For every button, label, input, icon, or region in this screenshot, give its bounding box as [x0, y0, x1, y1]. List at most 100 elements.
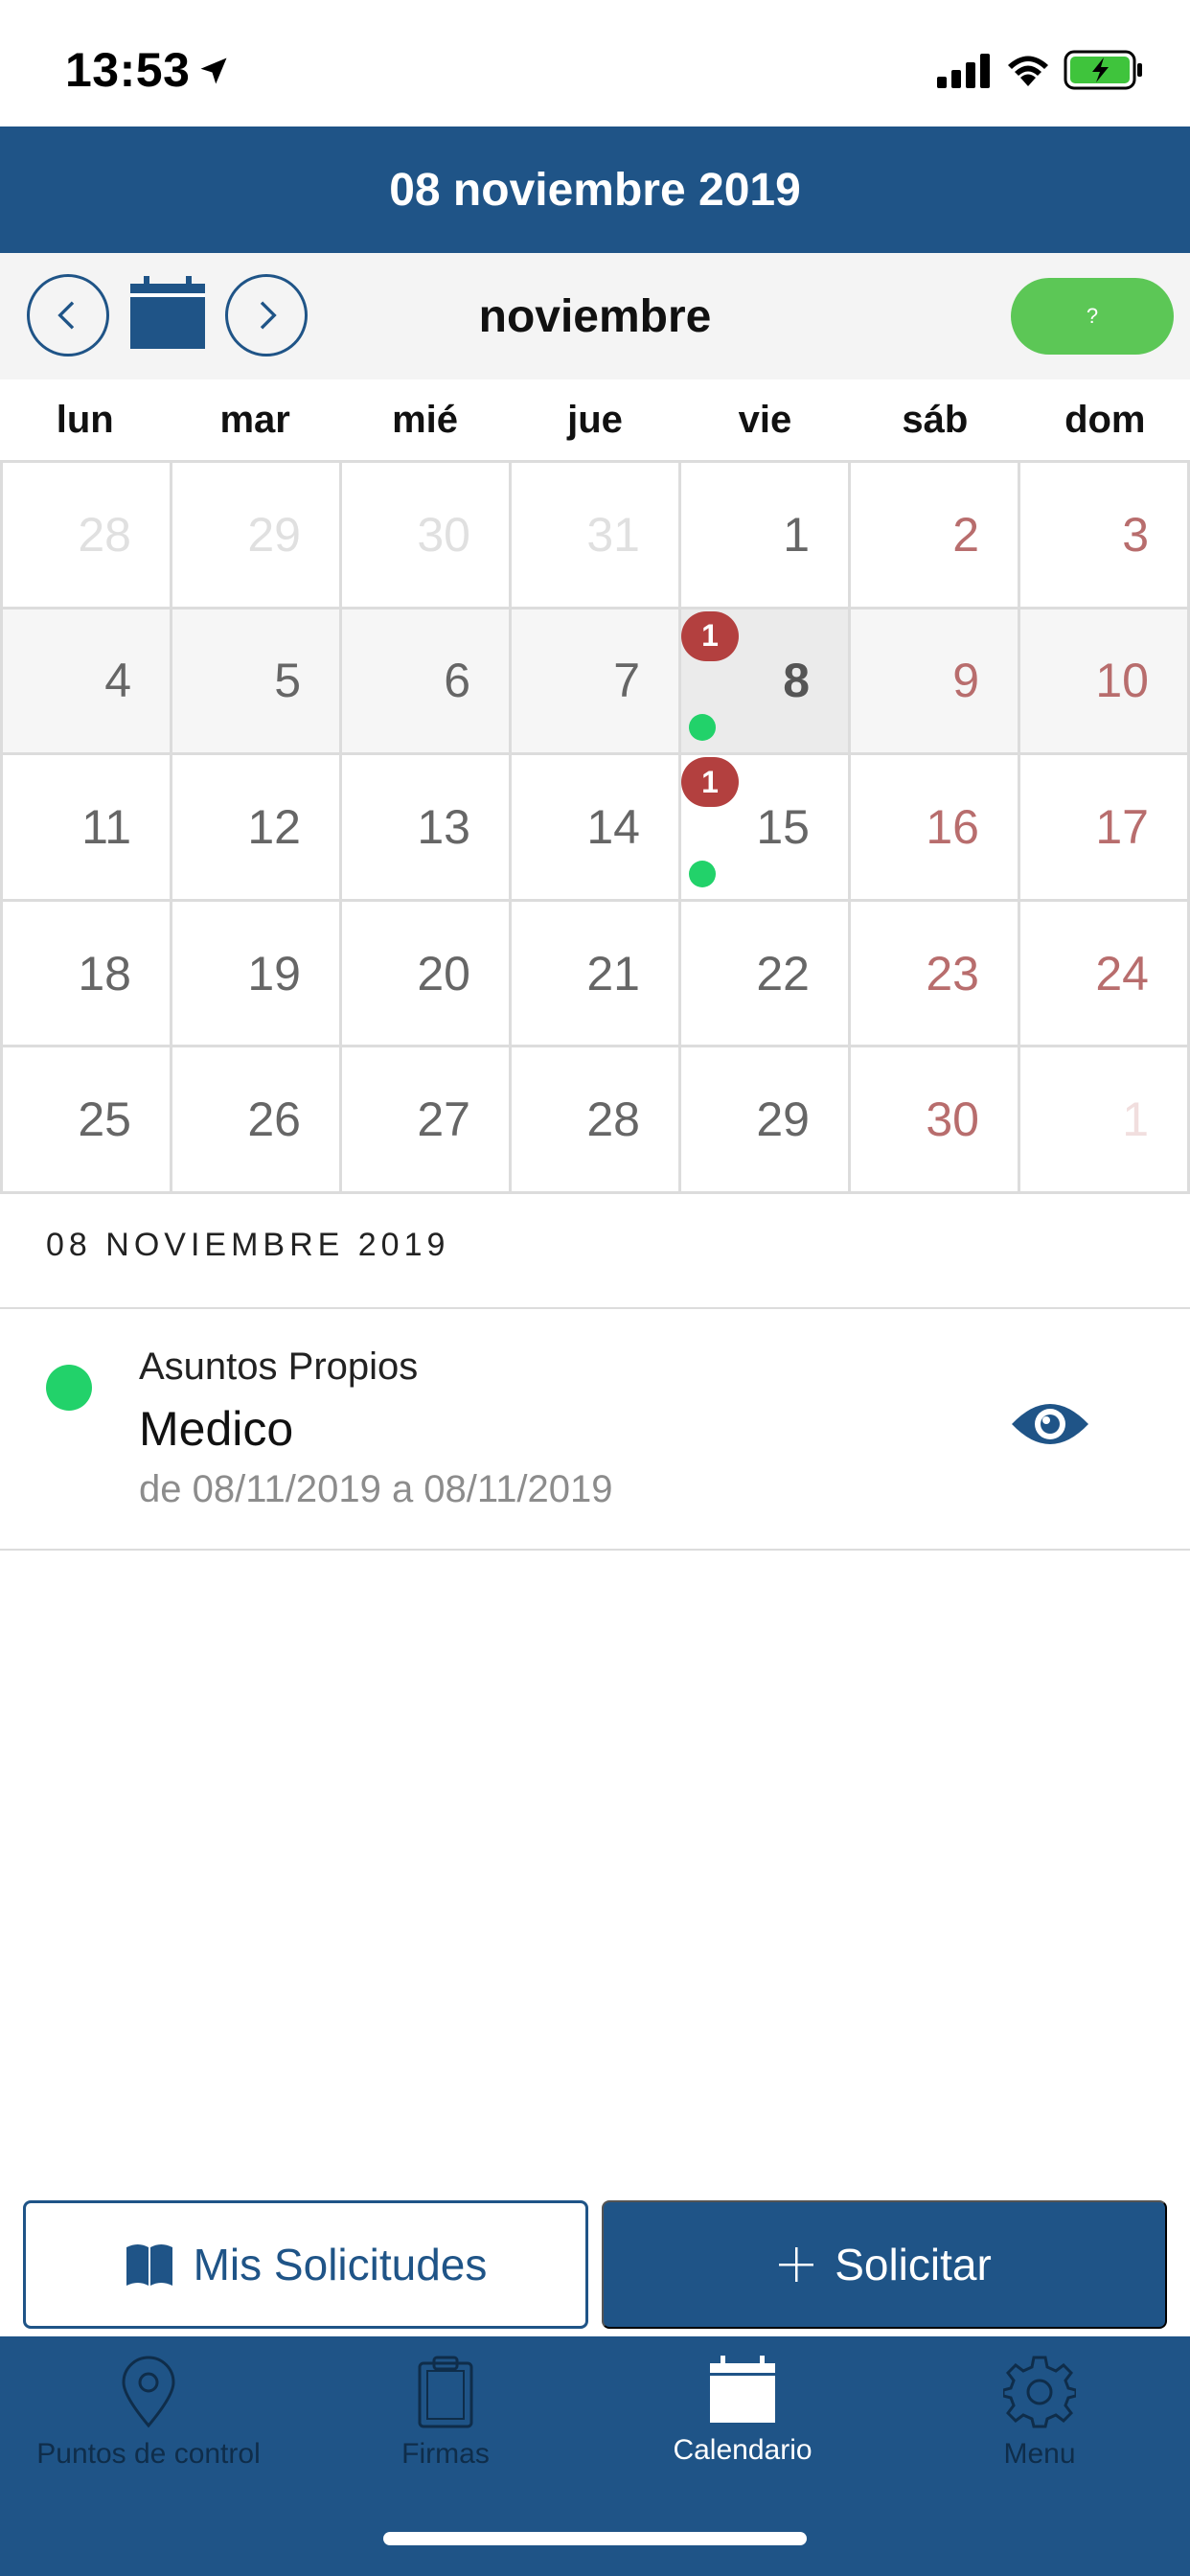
my-requests-label: Mis Solicitudes — [193, 2240, 488, 2289]
day-number: 1 — [1122, 1092, 1149, 1147]
calendar-day-cell[interactable]: 23 — [851, 901, 1020, 1048]
status-bar: 13:53 — [0, 0, 1190, 126]
calendar-day-cell[interactable]: 5 — [172, 609, 342, 756]
day-number: 23 — [926, 946, 979, 1000]
day-number: 20 — [417, 946, 470, 1000]
calendar-day-cell[interactable]: 2 — [851, 463, 1020, 610]
chevron-left-icon — [57, 301, 75, 330]
day-number: 14 — [586, 799, 640, 854]
today-button[interactable] — [130, 274, 205, 354]
weekday-label: sáb — [902, 398, 969, 441]
tab-calendario[interactable]: Calendario — [594, 2356, 891, 2518]
calendar-day-cell[interactable]: 29 — [681, 1047, 851, 1194]
calendar-day-cell[interactable]: 14 — [512, 755, 681, 902]
day-number: 29 — [247, 507, 301, 562]
next-month-button[interactable] — [225, 274, 308, 356]
calendar-day-cell[interactable]: 12 — [172, 755, 342, 902]
event-dot — [689, 860, 716, 887]
day-number: 12 — [247, 799, 301, 854]
event-dot — [689, 714, 716, 742]
calendar-day-cell[interactable]: 11 — [3, 755, 172, 902]
battery-charging-icon — [1064, 50, 1142, 90]
calendar-day-cell[interactable]: 21 — [512, 901, 681, 1048]
event-count-badge: 1 — [681, 610, 739, 661]
calendar-day-cell[interactable]: 22 — [681, 901, 851, 1048]
calendar-day-cell[interactable]: 7 — [512, 609, 681, 756]
calendar-day-cell[interactable]: 3 — [1020, 463, 1190, 610]
day-number: 31 — [586, 507, 640, 562]
calendar-grid: 28 29 30 31 1 2 3 4 5 6 7 8 1 9 10 11 12 13 14 15 1 16 17 18 19 2… — [0, 460, 1190, 1194]
calendar-day-cell[interactable]: 20 — [342, 901, 512, 1048]
app-header: 08 noviembre 2019 — [0, 126, 1190, 253]
day-number: 30 — [926, 1092, 979, 1147]
calendar-day-cell[interactable]: 28 — [512, 1047, 681, 1194]
previous-month-button[interactable] — [27, 274, 109, 356]
tab-firmas[interactable]: Firmas — [297, 2356, 594, 2518]
plus-icon — [779, 2247, 814, 2282]
day-number: 28 — [78, 507, 131, 562]
calendar-day-cell[interactable]: 24 — [1020, 901, 1190, 1048]
day-number: 13 — [417, 799, 470, 854]
event-category: Asuntos Propios — [139, 1346, 419, 1388]
calendar-day-cell[interactable]: 6 — [342, 609, 512, 756]
calendar-day-cell[interactable]: 28 — [3, 463, 172, 610]
calendar-day-cell[interactable]: 29 — [172, 463, 342, 610]
request-button[interactable]: Solicitar — [602, 2200, 1167, 2329]
day-number: 2 — [952, 507, 979, 562]
chevron-right-icon — [260, 301, 277, 330]
event-status-dot — [46, 1365, 92, 1411]
day-number: 29 — [756, 1092, 810, 1147]
divider — [0, 1549, 1190, 1551]
day-number: 16 — [926, 799, 979, 854]
day-number: 1 — [783, 507, 810, 562]
calendar-day-cell[interactable]: 19 — [172, 901, 342, 1048]
weekday-label: mié — [392, 398, 459, 441]
day-number: 7 — [613, 654, 640, 708]
calendar-day-cell[interactable]: 10 — [1020, 609, 1190, 756]
signal-icon — [937, 54, 990, 88]
day-number: 18 — [78, 946, 131, 1000]
selected-date-heading: 08 NOVIEMBRE 2019 — [46, 1227, 450, 1263]
calendar-day-cell[interactable]: 9 — [851, 609, 1020, 756]
home-indicator — [383, 2532, 807, 2545]
map-pin-icon — [122, 2356, 175, 2428]
calendar-day-cell[interactable]: 4 — [3, 609, 172, 756]
eye-icon[interactable] — [1010, 1397, 1090, 1451]
tab-menu[interactable]: Menu — [891, 2356, 1188, 2518]
event-date-range: de 08/11/2019 a 08/11/2019 — [139, 1468, 613, 1510]
event-item[interactable]: Asuntos Propios Medico de 08/11/2019 a 0… — [0, 1309, 1190, 1551]
calendar-day-cell[interactable]: 16 — [851, 755, 1020, 902]
day-number: 24 — [1095, 946, 1149, 1000]
day-number: 26 — [247, 1092, 301, 1147]
day-number: 11 — [81, 799, 131, 854]
calendar-day-cell[interactable]: 81 — [681, 609, 851, 756]
calendar-day-cell[interactable]: 26 — [172, 1047, 342, 1194]
calendar-day-cell[interactable]: 18 — [3, 901, 172, 1048]
calendar-day-cell[interactable]: 27 — [342, 1047, 512, 1194]
weekday-header: lun mar mié jue vie sáb dom — [0, 380, 1190, 460]
day-number: 21 — [586, 946, 640, 1000]
calendar-day-cell[interactable]: 1 — [1020, 1047, 1190, 1194]
calendar-day-cell[interactable]: 1 — [681, 463, 851, 610]
wifi-icon — [1008, 56, 1048, 86]
tab-puntos-de-control[interactable]: Puntos de control — [0, 2356, 297, 2518]
weekday-label: dom — [1064, 398, 1146, 441]
month-navigation: noviembre ? — [0, 253, 1190, 380]
calendar-day-cell[interactable]: 13 — [342, 755, 512, 902]
day-number: 4 — [104, 654, 131, 708]
day-number: 17 — [1095, 799, 1149, 854]
calendar-day-cell[interactable]: 25 — [3, 1047, 172, 1194]
my-requests-button[interactable]: Mis Solicitudes — [23, 2200, 588, 2329]
calendar-day-cell[interactable]: 31 — [512, 463, 681, 610]
calendar-day-cell[interactable]: 17 — [1020, 755, 1190, 902]
calendar-day-cell[interactable]: 30 — [851, 1047, 1020, 1194]
book-icon — [126, 2244, 172, 2286]
tab-label: Calendario — [673, 2434, 812, 2466]
calendar-day-cell[interactable]: 15 1 — [681, 755, 851, 902]
status-time: 13:53 — [65, 43, 191, 97]
tab-label: Puntos de control — [36, 2438, 261, 2470]
help-button[interactable]: ? — [1011, 278, 1174, 355]
day-number: 30 — [417, 507, 470, 562]
day-number: 25 — [78, 1092, 131, 1147]
calendar-day-cell[interactable]: 30 — [342, 463, 512, 610]
